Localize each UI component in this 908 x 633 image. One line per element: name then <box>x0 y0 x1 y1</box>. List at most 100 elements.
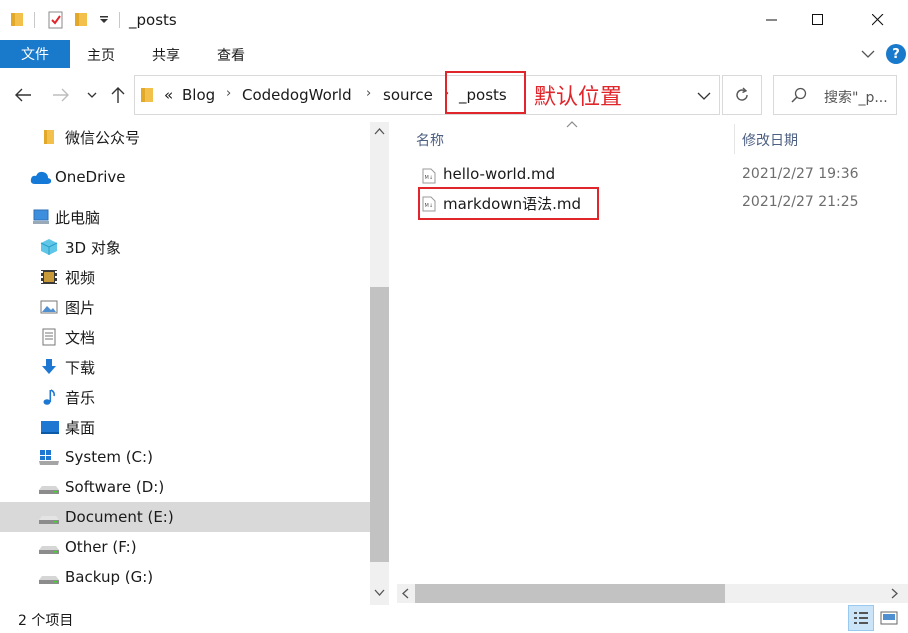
column-divider[interactable] <box>734 124 735 154</box>
back-button[interactable] <box>12 84 34 106</box>
desktop-icon <box>41 421 59 434</box>
scroll-right-icon[interactable] <box>891 588 899 599</box>
scroll-down-icon[interactable] <box>374 589 385 597</box>
help-icon[interactable]: ? <box>886 44 906 64</box>
sidebar-item-3d-objects[interactable]: 3D 对象 <box>0 232 370 262</box>
file-row[interactable]: M↓ hello-world.md 2021/2/27 19:36 <box>418 164 888 188</box>
svg-text:M↓: M↓ <box>425 203 434 209</box>
search-input[interactable]: 搜索"_p... <box>824 87 888 107</box>
file-name: hello-world.md <box>443 165 556 183</box>
drive-icon <box>39 486 59 494</box>
large-icons-view-button[interactable] <box>876 605 902 631</box>
annotation-default-location: 默认位置 <box>534 85 623 110</box>
sidebar-item-onedrive[interactable]: OneDrive <box>0 162 370 192</box>
chevron-down-icon <box>87 92 97 98</box>
picture-icon <box>40 300 58 314</box>
tab-file[interactable]: 文件 <box>0 40 70 68</box>
title-separator <box>119 12 120 28</box>
close-button[interactable] <box>855 0 901 40</box>
sidebar-item-label: Software (D:) <box>65 478 165 496</box>
cube-icon <box>40 239 58 255</box>
sidebar-item-document-e[interactable]: Document (E:) <box>0 502 370 532</box>
sidebar-item-documents[interactable]: 文档 <box>0 322 370 352</box>
column-header-modified[interactable]: 修改日期 <box>742 130 798 150</box>
up-button[interactable] <box>107 84 129 106</box>
breadcrumb-overflow[interactable]: « <box>164 86 173 104</box>
recent-locations-button[interactable] <box>83 84 101 106</box>
scroll-left-icon[interactable] <box>401 588 409 599</box>
sort-ascending-icon <box>566 121 578 128</box>
sidebar-item-label: OneDrive <box>55 168 126 186</box>
drive-icon <box>39 576 59 584</box>
windows-drive-icon <box>39 450 59 465</box>
maximize-icon <box>812 14 823 25</box>
computer-icon <box>33 209 49 224</box>
sidebar-item-label: 桌面 <box>65 418 96 437</box>
folder-icon <box>11 13 23 26</box>
sidebar-item-label: 微信公众号 <box>65 128 141 147</box>
sidebar-item-label: Other (F:) <box>65 538 137 556</box>
breadcrumb-source[interactable]: source <box>383 86 433 104</box>
sidebar-item-other-f[interactable]: Other (F:) <box>0 532 370 562</box>
sidebar-item-label: 音乐 <box>65 388 96 407</box>
address-dropdown-icon[interactable] <box>697 91 711 101</box>
refresh-button[interactable] <box>722 75 762 115</box>
breadcrumb-codedogworld[interactable]: CodedogWorld <box>242 86 352 104</box>
sidebar-item-backup-g[interactable]: Backup (G:) <box>0 562 370 592</box>
arrow-up-icon <box>111 87 125 103</box>
sidebar-item-label: System (C:) <box>65 448 153 466</box>
content-horizontal-scrollbar-thumb[interactable] <box>415 584 725 603</box>
sidebar-item-desktop[interactable]: 桌面 <box>0 412 370 442</box>
file-modified: 2021/2/27 21:25 <box>742 194 859 210</box>
video-icon <box>41 270 57 284</box>
breadcrumb-separator-icon[interactable]: › <box>226 86 231 101</box>
tab-view[interactable]: 查看 <box>217 45 245 65</box>
music-icon <box>43 389 55 405</box>
details-view-button[interactable] <box>848 605 874 631</box>
sidebar-item-videos[interactable]: 视频 <box>0 262 370 292</box>
minimize-icon <box>766 19 777 21</box>
document-icon <box>42 328 56 346</box>
title-separator <box>34 12 35 28</box>
sidebar-item-pictures[interactable]: 图片 <box>0 292 370 322</box>
breadcrumb-posts[interactable]: _posts <box>459 86 507 104</box>
sidebar-item-label: 下载 <box>65 358 96 377</box>
sidebar-item-label: Backup (G:) <box>65 568 154 586</box>
arrow-right-icon <box>53 88 69 102</box>
file-modified: 2021/2/27 19:36 <box>742 166 859 182</box>
markdown-file-icon: M↓ <box>422 196 436 212</box>
sidebar-item-wechat[interactable]: 微信公众号 <box>0 122 370 152</box>
sidebar-item-music[interactable]: 音乐 <box>0 382 370 412</box>
svg-text:M↓: M↓ <box>425 175 434 181</box>
maximize-button[interactable] <box>795 0 841 40</box>
scroll-up-icon[interactable] <box>374 127 385 135</box>
forward-button[interactable] <box>50 84 72 106</box>
minimize-button[interactable] <box>749 0 795 40</box>
folder-icon <box>141 88 153 102</box>
properties-icon[interactable] <box>47 10 65 30</box>
sidebar-item-downloads[interactable]: 下载 <box>0 352 370 382</box>
tab-home[interactable]: 主页 <box>87 45 115 65</box>
sidebar-item-label: 视频 <box>65 268 96 287</box>
sidebar-item-software-d[interactable]: Software (D:) <box>0 472 370 502</box>
sidebar-scrollbar-thumb[interactable] <box>370 287 389 562</box>
sidebar-item-label: Document (E:) <box>65 508 174 526</box>
refresh-icon <box>736 87 748 101</box>
file-row[interactable]: M↓ markdown语法.md 2021/2/27 21:25 <box>418 192 888 216</box>
breadcrumb-separator-icon[interactable]: › <box>366 86 371 101</box>
markdown-file-icon: M↓ <box>422 168 436 184</box>
sidebar-item-system-c[interactable]: System (C:) <box>0 442 370 472</box>
arrow-left-icon <box>15 88 31 102</box>
window-title: _posts <box>129 11 177 29</box>
quick-access-dropdown-icon[interactable] <box>99 15 109 25</box>
ribbon-bar <box>0 40 908 68</box>
sidebar-item-label: 图片 <box>65 298 96 317</box>
new-folder-icon[interactable] <box>74 11 88 27</box>
chevron-down-icon[interactable] <box>861 49 875 59</box>
sidebar-item-this-pc[interactable]: 此电脑 <box>0 202 370 232</box>
search-icon <box>791 87 807 103</box>
tab-share[interactable]: 共享 <box>152 45 180 65</box>
column-header-name[interactable]: 名称 <box>416 130 444 150</box>
folder-icon <box>44 130 54 144</box>
breadcrumb-blog[interactable]: Blog <box>182 86 215 104</box>
